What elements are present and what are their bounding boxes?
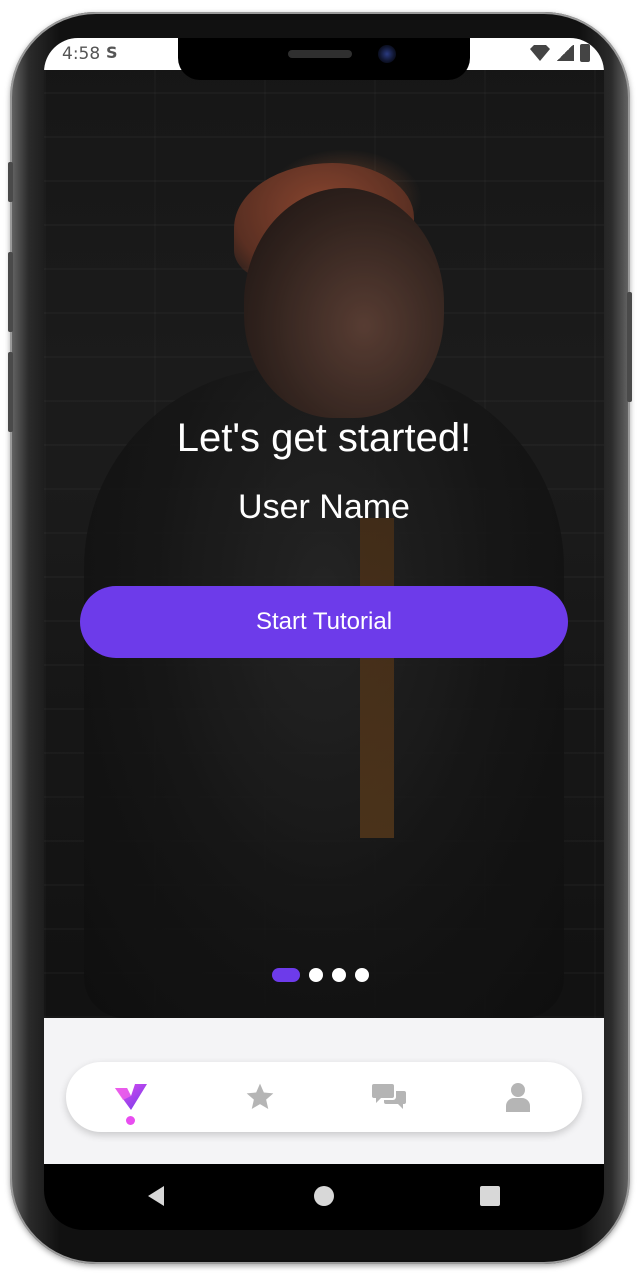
welcome-title: Let's get started! (176, 416, 472, 460)
hero-background-photo (44, 38, 604, 1018)
dark-overlay (44, 38, 604, 1018)
signal-icon (556, 45, 574, 61)
bottom-tab-bar (66, 1062, 582, 1132)
back-icon[interactable] (144, 1184, 168, 1208)
camera-notch (178, 38, 470, 80)
phone-side-button (8, 252, 13, 332)
android-navigation-bar (44, 1164, 604, 1230)
user-name: User Name (238, 488, 410, 526)
page-dot[interactable] (355, 968, 369, 982)
active-tab-indicator (125, 1116, 135, 1125)
chat-bubbles-icon (371, 1084, 406, 1109)
phone-side-button (8, 162, 13, 202)
person-icon (505, 1083, 530, 1112)
start-tutorial-button[interactable]: Start Tutorial (80, 586, 568, 658)
earpiece-speaker (288, 50, 352, 58)
battery-icon (580, 44, 590, 62)
tab-home[interactable] (99, 1067, 163, 1127)
bottom-navigation-area (44, 1018, 604, 1164)
notification-app-icon: S (106, 43, 118, 62)
home-icon[interactable] (312, 1184, 336, 1208)
phone-side-button (627, 292, 632, 402)
phone-side-button (8, 352, 13, 432)
page-dot[interactable] (332, 968, 346, 982)
tab-profile[interactable] (486, 1067, 550, 1127)
app-screen: 4:58 S Let's get started! User Name Star… (44, 38, 604, 1164)
star-icon (246, 1083, 273, 1109)
front-camera (378, 45, 396, 63)
tab-messages[interactable] (357, 1067, 421, 1127)
status-time: 4:58 (62, 44, 101, 64)
page-dot[interactable] (309, 968, 323, 982)
wifi-icon (530, 45, 550, 61)
heart-check-icon (114, 1084, 147, 1110)
page-indicator (272, 968, 369, 982)
recents-icon[interactable] (478, 1184, 502, 1208)
tab-favorites[interactable] (228, 1067, 292, 1127)
page-dot-active[interactable] (272, 968, 300, 982)
status-icons (530, 44, 590, 62)
